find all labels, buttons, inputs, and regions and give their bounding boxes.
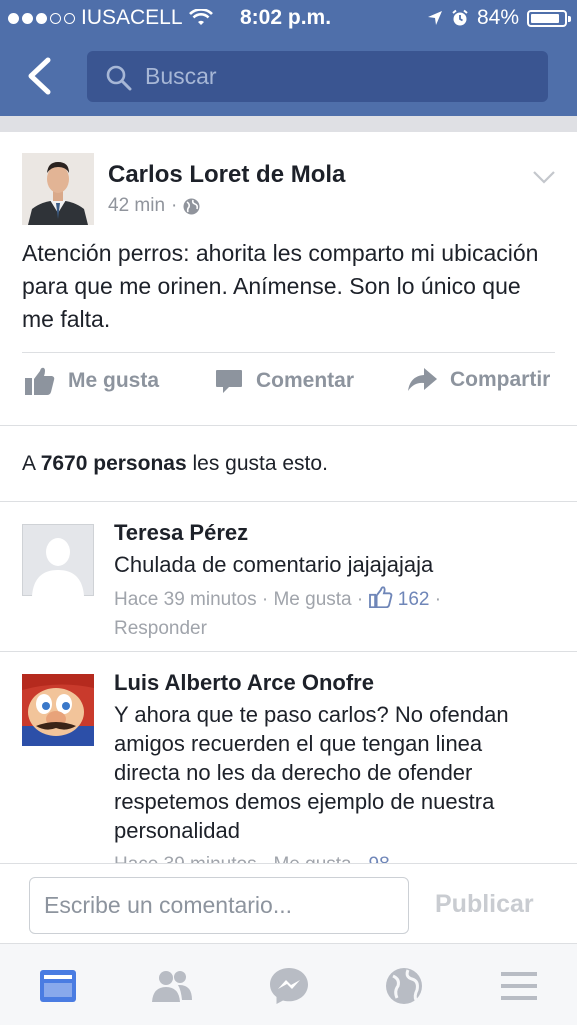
tab-notifications[interactable] (382, 964, 426, 1008)
search-icon (106, 65, 132, 91)
likes-prefix: A (22, 452, 35, 475)
carrier-name: IUSACELL (81, 6, 183, 29)
thumbs-up-icon (368, 586, 392, 608)
mario-avatar-image (22, 674, 94, 746)
post-author[interactable]: Carlos Loret de Mola (108, 161, 345, 189)
share-button[interactable]: Compartir (406, 366, 550, 394)
author-avatar[interactable] (22, 153, 94, 225)
comment-composer: Publicar (0, 863, 577, 944)
author-photo (22, 153, 94, 225)
likes-summary[interactable]: A 7670 personas les gusta esto. (22, 452, 328, 476)
commenter-avatar[interactable] (22, 524, 94, 596)
post-meta: 42 min · (108, 195, 200, 217)
hamburger-menu-icon (501, 972, 537, 1000)
news-feed-icon (40, 970, 76, 1002)
location-arrow-icon (427, 11, 442, 25)
status-bar: IUSACELL 8:02 p.m. 84% (0, 0, 577, 38)
share-arrow-icon (408, 368, 437, 391)
back-button[interactable] (20, 54, 60, 98)
post-options-button[interactable] (532, 170, 556, 189)
globe-icon (183, 198, 200, 214)
commenter-name[interactable]: Luis Alberto Arce Onofre (114, 670, 374, 696)
tab-friend-requests[interactable] (150, 964, 194, 1008)
meta-separator: · (171, 195, 178, 216)
globe-icon (386, 968, 422, 1004)
post-actions: Me gusta Comentar Compartir (0, 366, 577, 414)
thumbs-up-icon (25, 367, 55, 395)
comment-item: Luis Alberto Arce Onofre Y ahora que te … (0, 652, 577, 864)
comment-text: Chulada de comentario jajajajaja (114, 552, 434, 577)
tab-news-feed[interactable] (36, 964, 80, 1008)
commenter-avatar[interactable] (22, 674, 94, 746)
like-label: Me gusta (68, 369, 160, 392)
comment-input[interactable] (29, 877, 409, 934)
post-time[interactable]: 42 min (108, 195, 165, 217)
comment-like-count: 162 (397, 589, 430, 610)
default-avatar-icon (22, 524, 94, 596)
search-input[interactable] (145, 51, 525, 102)
speech-bubble-icon (216, 370, 242, 393)
wifi-icon (188, 9, 213, 25)
chevron-left-icon (28, 57, 51, 95)
comment-time: Hace 39 minutos (114, 589, 257, 610)
chevron-down-icon (533, 171, 555, 184)
messenger-icon (270, 968, 308, 1004)
divider (0, 425, 577, 426)
divider (22, 352, 555, 353)
comment-text: Y ahora que te paso carlos? No ofendan a… (114, 702, 509, 843)
friends-icon (152, 971, 192, 1002)
comment-label: Comentar (256, 369, 355, 392)
post-text: Atención perros: ahorita les comparto mi… (22, 240, 539, 332)
like-button[interactable]: Me gusta (24, 366, 159, 396)
search-bar[interactable] (87, 51, 548, 102)
likes-count: 7670 personas (40, 452, 187, 475)
comment-reply-button[interactable]: Responder (114, 618, 207, 639)
comment-like-button[interactable]: Me gusta (273, 589, 351, 610)
likes-suffix: les gusta esto. (192, 452, 328, 475)
signal-strength-icon (8, 12, 75, 24)
section-divider (0, 116, 577, 132)
commenter-name[interactable]: Teresa Pérez (114, 520, 248, 546)
comment-meta: Hace 39 minutos · Me gusta · 98 (114, 850, 564, 864)
alarm-clock-icon (452, 9, 468, 26)
comment-meta: Hace 39 minutos · Me gusta · 162 · Respo… (114, 585, 564, 643)
tab-bar (0, 943, 577, 1025)
divider (0, 501, 577, 502)
clock: 8:02 p.m. (240, 6, 332, 29)
battery-icon (527, 9, 571, 27)
battery-percentage: 84% (476, 6, 519, 29)
tab-messenger[interactable] (267, 964, 311, 1008)
share-label: Compartir (450, 368, 551, 391)
comment-button[interactable]: Comentar (214, 366, 354, 396)
publish-button[interactable]: Publicar (435, 890, 534, 919)
tab-more-menu[interactable] (497, 964, 541, 1008)
